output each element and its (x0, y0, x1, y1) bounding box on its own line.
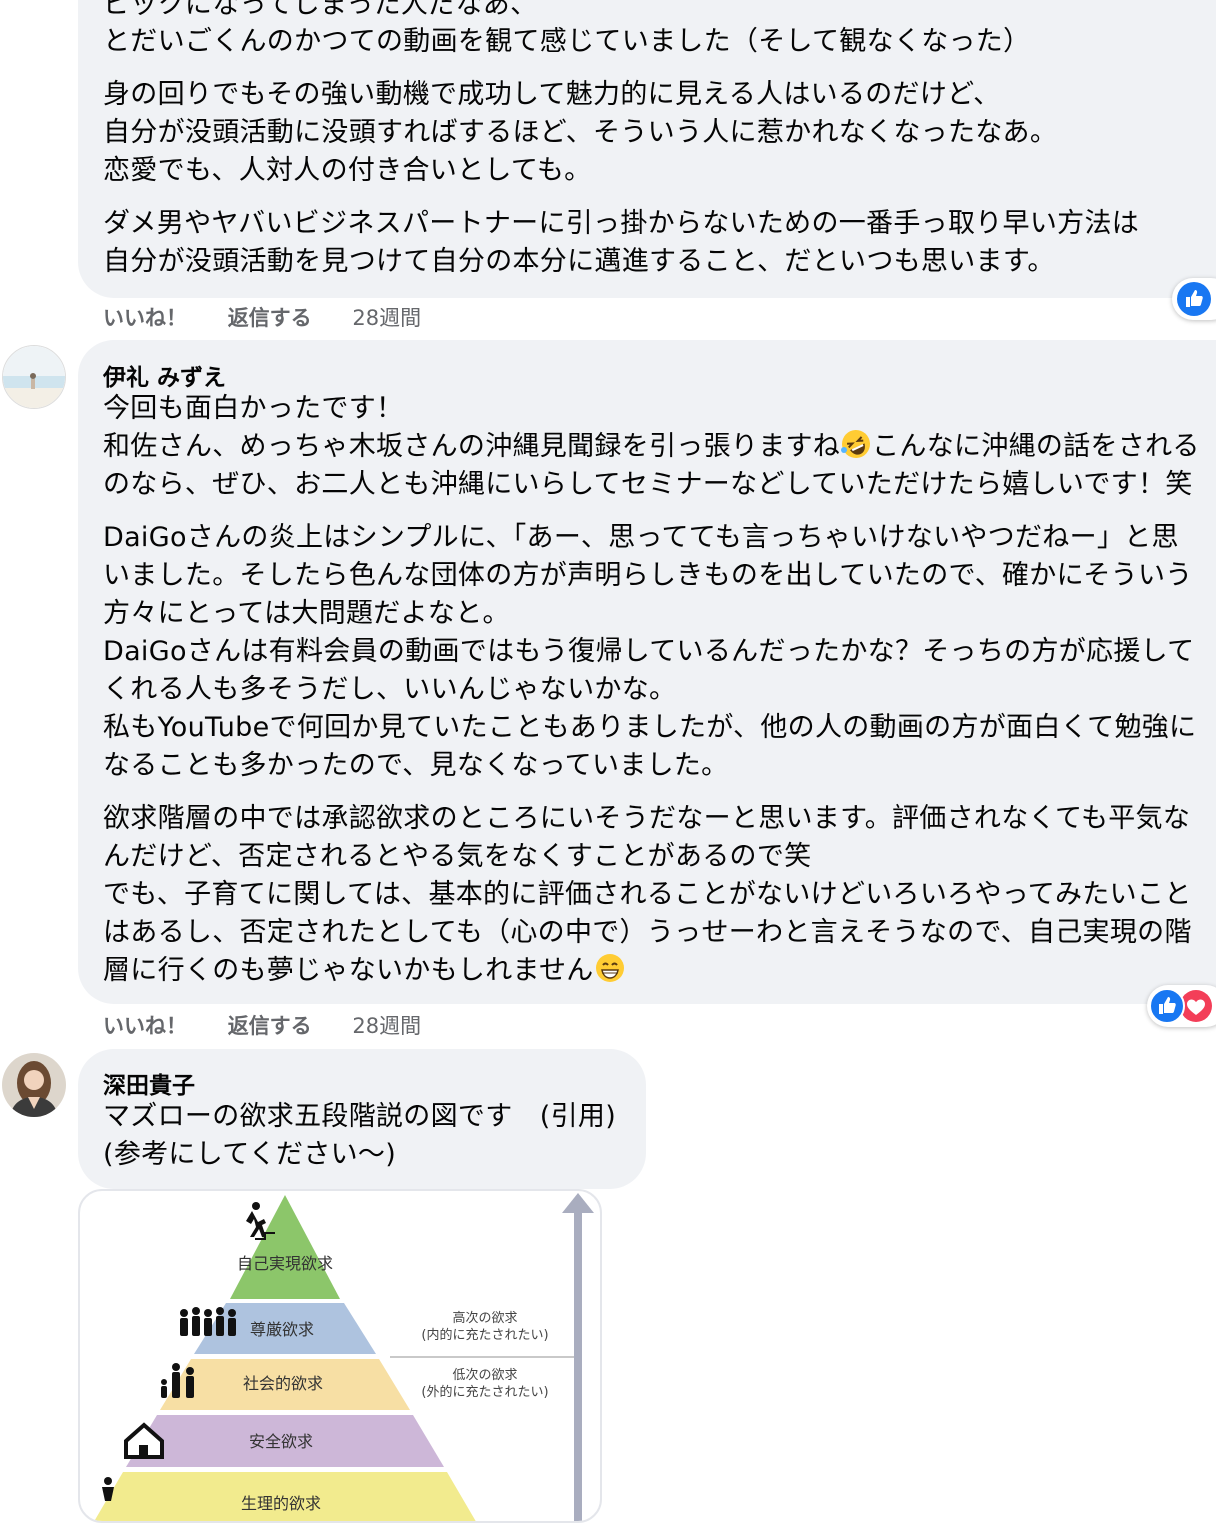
comment-2-line-10: なることも多かったので、見なくなっていました。 (103, 750, 729, 781)
level-label-3: 社会的欲求 (243, 1374, 323, 1393)
comment-2-line-2: 和佐さん、めっちゃ木坂さんの沖縄見聞録を引っ張りますね こんなに沖縄の話をされる (103, 428, 1200, 466)
comment-2-line-9: 私もYouTubeで何回か見ていたこともありましたが、他の人の動画の方が面白くて… (103, 712, 1197, 743)
rofl-emoji-icon (841, 430, 871, 458)
comment-3-line-1: マズローの欲求五段階説の図です (引用) (103, 1101, 617, 1132)
climbing-person-icon (246, 1202, 275, 1240)
level-label-2: 尊厳欲求 (250, 1320, 314, 1339)
like-reaction-icon (1177, 282, 1211, 316)
comment-2-line-14: はあるし、否定されたとしても（心の中で）うっせーわと言えそうなので、自己実現の階 (103, 917, 1192, 948)
attached-image[interactable]: 自己実現欲求 尊厳欲求 社会的欲求 安全欲求 生理的欲求 高次の欲求 (内的に充… (78, 1189, 602, 1523)
family-icon (161, 1363, 194, 1398)
level-label-4: 安全欲求 (249, 1432, 313, 1451)
comment-2-line-7: DaiGoさんは有料会員の動画ではもう復帰しているんだったかな？そっちの方が応援… (103, 636, 1195, 667)
reaction-count-1[interactable] (1172, 278, 1216, 320)
lower-needs-note-sub: (外的に充たされたい) (421, 1384, 548, 1400)
grin-emoji-icon (595, 954, 624, 982)
upper-needs-note-sub: (内的に充たされたい) (421, 1327, 548, 1343)
comment-2-line-4: DaiGoさんの炎上はシンプルに、「あー、思ってても言っちゃいけないやつだねー」… (103, 522, 1179, 553)
comment-2-line-3: のなら、ぜひ、お二人とも沖縄にいらしてセミナーなどしていただけたら嬉しいです！笑 (103, 469, 1193, 500)
comment-2-line-11: 欲求階層の中では承認欲求のところにいそうだなーと思います。評価されなくても平気な (103, 803, 1191, 834)
pyramid-level-self-actualization (230, 1195, 340, 1299)
comment-2-line-5: いました。そしたら色んな団体の方が声明らしきものを出していたので、確かにそういう (103, 560, 1193, 591)
comment-author[interactable]: 伊礼 みずえ (103, 358, 226, 392)
comment-2-line-8: くれる人も多そうだし、いいんじゃないかな。 (103, 674, 677, 705)
comment-1-line-3: 身の回りでもその強い動機で成功して魅力的に見える人はいるのだけど、 (103, 79, 1001, 110)
reply-link[interactable]: 返信する (228, 1010, 312, 1040)
like-reaction-icon (1149, 988, 1185, 1024)
comment-1-line-4: 自分が没頭活動に没頭すればするほど、そういう人に惹かれなくなったなあ。 (103, 117, 1058, 148)
comment-1-line-6: ダメ男やヤバいビジネスパートナーに引っ掛からないための一番手っ取り早い方法は (103, 208, 1140, 239)
avatar[interactable] (2, 345, 66, 409)
lower-needs-note: 低次の欲求 (452, 1367, 517, 1383)
comment-1-line-5: 恋愛でも、人対人の付き合いとしても。 (103, 155, 592, 186)
reply-link[interactable]: 返信する (228, 302, 312, 332)
comment-2-actions: いいね！ 返信する 28週間 (103, 1010, 421, 1040)
comment-2-line-2a: 和佐さん、めっちゃ木坂さんの沖縄見聞録を引っ張りますね (103, 431, 841, 462)
comment-2-line-15a: 層に行くのも夢じゃないかもしれません (103, 955, 594, 986)
comment-2-line-2b: こんなに沖縄の話をされる (872, 431, 1200, 462)
avatar[interactable] (2, 1053, 66, 1117)
comment-2-line-15: 層に行くのも夢じゃないかもしれません (103, 952, 626, 990)
comment-2-line-13: でも、子育てに関しては、基本的に評価されることがないけどいろいろやってみたいこと (103, 879, 1192, 910)
like-link[interactable]: いいね！ (103, 302, 187, 332)
comment-2-line-12: んだけど、否定されるとやる気をなくすことがあるので笑 (103, 841, 812, 872)
timestamp[interactable]: 28週間 (352, 302, 421, 332)
comment-1-actions: いいね！ 返信する 28週間 (103, 302, 421, 332)
comment-1-line-2: とだいごくんのかつての動画を観て感じていました（そして観なくなった） (103, 26, 1031, 57)
level-label-1: 自己実現欲求 (237, 1254, 333, 1273)
comment-2-line-1: 今回も面白かったです！ (103, 393, 404, 424)
comment-author[interactable]: 深田貴子 (103, 1066, 195, 1100)
maslow-pyramid-diagram: 自己実現欲求 尊厳欲求 社会的欲求 安全欲求 生理的欲求 高次の欲求 (内的に充… (94, 1193, 594, 1521)
comment-2-line-6: 方々にとっては大問題だよなと。 (103, 598, 510, 629)
like-link[interactable]: いいね！ (103, 1010, 187, 1040)
comment-3-line-2: (参考にしてください〜) (103, 1139, 397, 1170)
timestamp[interactable]: 28週間 (352, 1010, 421, 1040)
level-label-5: 生理的欲求 (241, 1494, 321, 1513)
reaction-count-2[interactable] (1147, 985, 1216, 1027)
comment-1-line-1: ビックになってしまった人だなあ、 (103, 0, 538, 20)
upper-needs-note: 高次の欲求 (452, 1310, 517, 1326)
comment-1-line-7: 自分が没頭活動を見つけて自分の本分に邁進すること、だといつも思います。 (103, 246, 1055, 277)
